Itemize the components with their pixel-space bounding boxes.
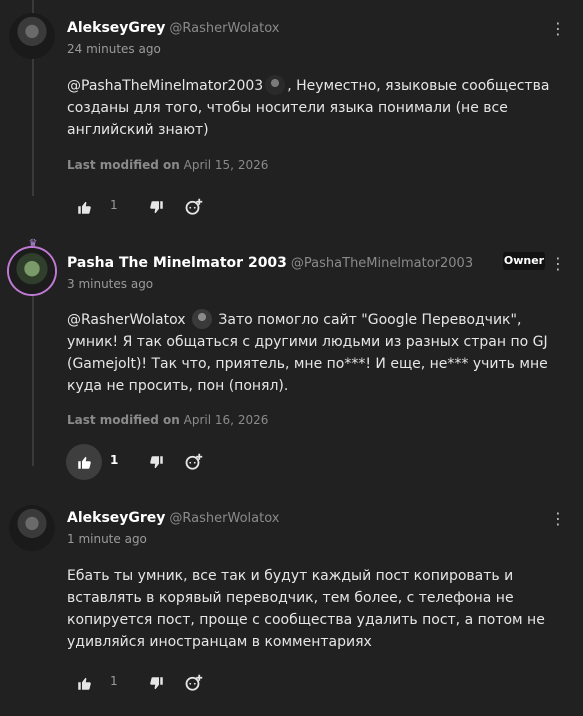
user-mention[interactable]: @PashaTheMinelmator2003 bbox=[67, 78, 263, 94]
timestamp[interactable]: 3 minutes ago bbox=[67, 277, 153, 291]
author-handle[interactable]: @PashaTheMinelmator2003 bbox=[291, 256, 473, 271]
comment-body: @PashaTheMinelmator2003, Неуместно, язык… bbox=[67, 75, 567, 141]
reply-button[interactable] bbox=[181, 444, 207, 480]
author-handle[interactable]: @RasherWolatox bbox=[169, 21, 279, 36]
comment-actions: 1 bbox=[66, 189, 226, 225]
mention-avatar bbox=[265, 75, 286, 95]
like-button[interactable] bbox=[66, 665, 102, 701]
comment: AlekseyGrey @RasherWolatox 24 minutes ago… bbox=[0, 0, 583, 230]
reply-icon bbox=[185, 453, 203, 470]
comment: ♛ Pasha The Minelmator 2003 @PashaTheMine… bbox=[0, 230, 583, 485]
like-count: 1 bbox=[110, 674, 118, 688]
dislike-button[interactable] bbox=[144, 189, 168, 225]
mention-avatar bbox=[191, 309, 212, 329]
thumbs-down-icon bbox=[149, 676, 163, 689]
last-modified: Last modified on April 16, 2026 bbox=[67, 413, 269, 427]
author-name[interactable]: Pasha The Minelmator 2003 @PashaTheMinelm… bbox=[67, 255, 473, 271]
last-modified: Last modified on April 15, 2026 bbox=[67, 158, 269, 172]
thumbs-up-icon bbox=[77, 456, 91, 469]
author-name[interactable]: AlekseyGrey @RasherWolatox bbox=[67, 20, 279, 36]
like-button[interactable] bbox=[66, 189, 102, 225]
crown-icon: ♛ bbox=[28, 238, 38, 249]
author-name[interactable]: AlekseyGrey @RasherWolatox bbox=[67, 510, 279, 526]
avatar[interactable] bbox=[9, 505, 55, 551]
timestamp[interactable]: 1 minute ago bbox=[67, 532, 147, 546]
comment: AlekseyGrey @RasherWolatox ⋮ 1 minute ago… bbox=[0, 485, 583, 716]
user-mention[interactable]: @RasherWolatox bbox=[67, 312, 186, 328]
avatar[interactable] bbox=[9, 248, 55, 294]
more-vertical-icon[interactable]: ⋮ bbox=[550, 20, 566, 38]
author-handle[interactable]: @RasherWolatox bbox=[169, 511, 279, 526]
comment-body: @RasherWolatox Зато помогло сайт "Google… bbox=[67, 309, 567, 397]
thumbs-down-icon bbox=[149, 200, 163, 213]
reply-button[interactable] bbox=[181, 665, 207, 701]
reply-icon bbox=[185, 198, 203, 215]
thumbs-down-icon bbox=[149, 455, 163, 468]
dislike-button[interactable] bbox=[144, 444, 168, 480]
more-vertical-icon[interactable]: ⋮ bbox=[550, 510, 566, 528]
comment-actions: 1 bbox=[66, 665, 226, 701]
like-count: 1 bbox=[110, 198, 118, 212]
timestamp[interactable]: 24 minutes ago bbox=[67, 42, 161, 56]
like-button[interactable] bbox=[66, 444, 102, 480]
avatar[interactable] bbox=[9, 13, 55, 59]
reply-icon bbox=[185, 674, 203, 691]
thumbs-up-icon bbox=[77, 677, 91, 690]
comment-body: Ебать ты умник, все так и будут каждый п… bbox=[67, 568, 545, 650]
like-count: 1 bbox=[110, 453, 119, 467]
thumbs-up-icon bbox=[77, 201, 91, 214]
comment-actions: 1 bbox=[66, 444, 226, 480]
dislike-button[interactable] bbox=[144, 665, 168, 701]
owner-badge: Owner bbox=[503, 252, 545, 270]
reply-button[interactable] bbox=[181, 189, 207, 225]
more-vertical-icon[interactable]: ⋮ bbox=[550, 255, 566, 273]
